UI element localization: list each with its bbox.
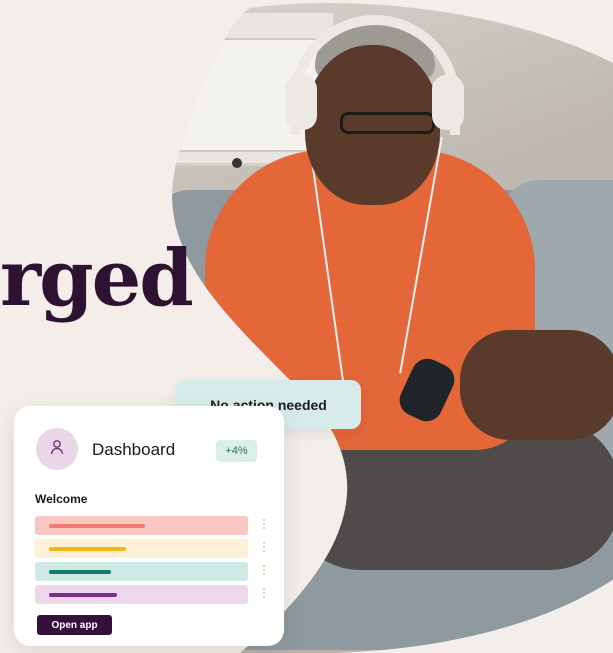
dashboard-card: Dashboard +4% Welcome Open app — [14, 406, 284, 646]
welcome-label: Welcome — [35, 492, 88, 506]
more-icon — [262, 563, 266, 581]
headline: rged — [0, 233, 194, 324]
dashboard-title: Dashboard — [92, 440, 176, 459]
progress-bar — [49, 593, 118, 597]
user-icon — [48, 438, 66, 461]
list-item — [35, 562, 248, 581]
progress-bar — [49, 547, 126, 551]
list-item — [35, 585, 248, 604]
more-icon — [262, 517, 266, 535]
progress-bar — [49, 524, 145, 528]
progress-bar — [49, 570, 111, 574]
avatar — [36, 428, 78, 470]
open-app-button[interactable]: Open app — [37, 615, 112, 635]
list-item — [35, 516, 248, 535]
change-badge: +4% — [216, 440, 257, 462]
more-icon — [262, 540, 266, 558]
more-icon — [262, 586, 266, 604]
list-item — [35, 539, 248, 558]
